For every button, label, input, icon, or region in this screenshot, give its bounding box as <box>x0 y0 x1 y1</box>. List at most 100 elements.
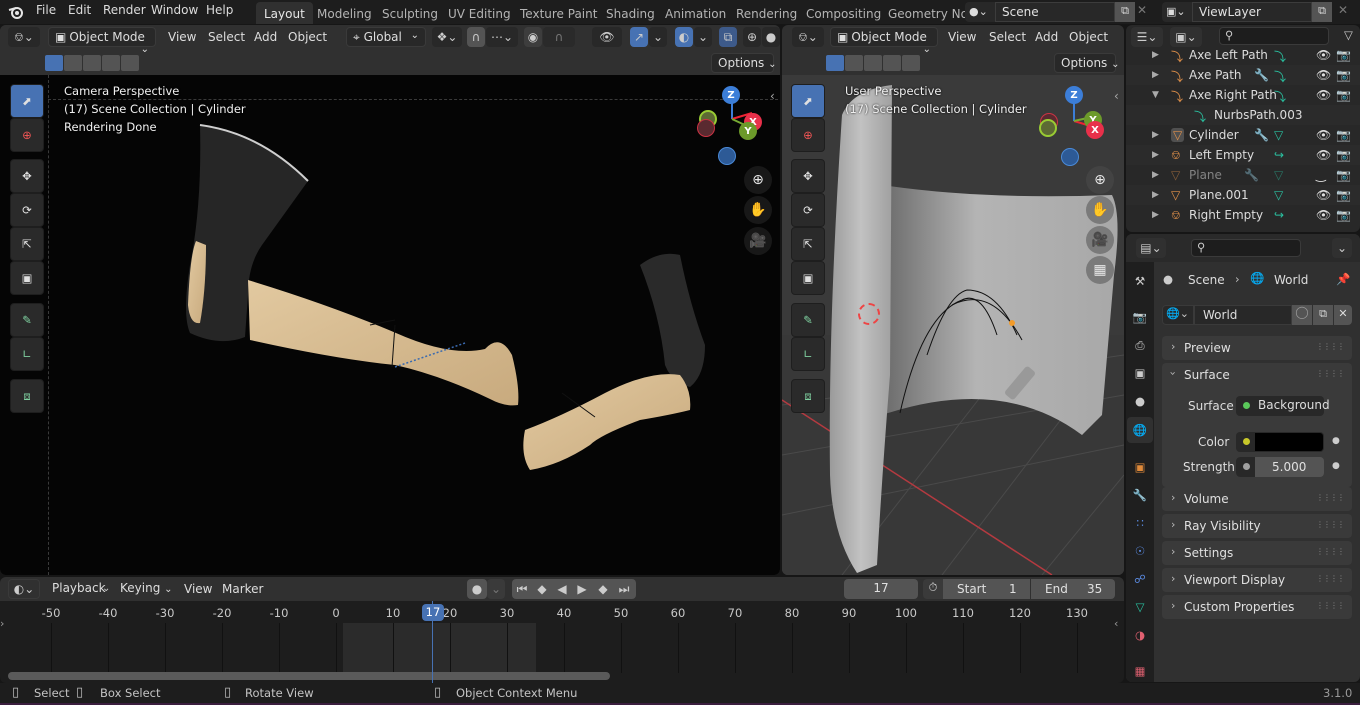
color-swatch[interactable] <box>1255 433 1323 451</box>
menu-help[interactable]: Help <box>206 3 233 17</box>
viewlayer-browse-button[interactable]: ▣⌄ <box>1162 2 1192 22</box>
properties-search-input[interactable]: ⚲ <box>1191 239 1301 257</box>
tool-rotate[interactable]: ⟳ <box>10 193 44 227</box>
jump-start-button[interactable]: ⏮ <box>512 579 532 599</box>
tab-shading[interactable]: Shading <box>598 2 663 24</box>
select-mode-invert[interactable] <box>883 55 901 71</box>
new-scene-icon[interactable]: ⧉ <box>1115 2 1135 22</box>
tab-world[interactable]: 🌐 <box>1127 417 1153 443</box>
overlay-toggle[interactable]: ◐ <box>675 27 693 47</box>
outliner-search-input[interactable]: ⚲ <box>1219 27 1329 45</box>
select-mode-intersect[interactable] <box>902 55 920 71</box>
auto-keying-toggle[interactable]: ● <box>467 579 487 599</box>
world-browse-button[interactable]: 🌐⌄ <box>1162 305 1194 325</box>
panel-custom-properties[interactable]: › Custom Properties ⋮⋮⋮⋮ <box>1162 595 1352 619</box>
outliner-item-name[interactable]: Right Empty <box>1189 208 1263 222</box>
proportional-edit-toggle[interactable]: ◉ <box>524 27 542 47</box>
outliner-item-name[interactable]: Axe Left Path <box>1189 48 1268 62</box>
preview-range-toggle[interactable]: ⏱ <box>923 579 943 599</box>
tab-constraints[interactable]: ☍ <box>1127 566 1153 592</box>
tool-annotate[interactable]: ✎ <box>791 303 825 337</box>
gizmo-neg-y-axis[interactable] <box>1039 119 1057 137</box>
tool-cursor[interactable]: ⊕ <box>10 118 44 152</box>
menu-select[interactable]: Select <box>208 30 245 44</box>
outliner-item[interactable]: ▶ ⤵ Axe Path 🔧 ⤵ 👁 📷 <box>1126 65 1360 85</box>
breadcrumb-world[interactable]: World <box>1274 273 1308 287</box>
3d-cursor[interactable] <box>858 303 880 325</box>
mode-dropdown[interactable]: ▣ Object Mode ⌄ <box>830 27 938 55</box>
expand-right-icon[interactable]: ▶ <box>1152 150 1159 160</box>
tab-output[interactable]: ⎙ <box>1127 332 1153 358</box>
panel-volume[interactable]: › Volume ⋮⋮⋮⋮ <box>1162 487 1352 511</box>
outliner-filter-layer-button[interactable]: ▣⌄ <box>1170 27 1202 47</box>
menu-object[interactable]: Object <box>288 30 327 44</box>
outliner-item[interactable]: ▶ ▽ Plane 🔧 ▽ ‿ 📷 <box>1126 165 1360 185</box>
tool-transform[interactable]: ▣ <box>10 261 44 295</box>
expand-right-icon[interactable]: ▶ <box>1152 210 1159 220</box>
menu-view[interactable]: View <box>168 30 196 44</box>
timeline-editor-type-button[interactable]: ◐⌄ <box>8 579 40 599</box>
pivot-point-button[interactable]: ❖⌄ <box>432 27 462 47</box>
menu-file[interactable]: File <box>36 3 56 17</box>
camera-view-button[interactable]: 🎥 <box>744 227 772 255</box>
wrench-icon[interactable]: 🔧 <box>1244 168 1259 182</box>
data-icon[interactable]: ⤵ <box>1274 48 1286 65</box>
eye-icon[interactable]: 👁 <box>1316 68 1331 82</box>
camera-render-icon[interactable]: 📷 <box>1336 48 1351 62</box>
tab-geometry-nodes[interactable]: Geometry No <box>880 2 976 24</box>
panel-preview[interactable]: › Preview ⋮⋮⋮⋮ <box>1162 336 1352 360</box>
prev-keyframe-button[interactable]: ◆ <box>532 579 552 599</box>
expand-right-icon[interactable]: ▶ <box>1152 70 1159 80</box>
outliner-item-name[interactable]: Axe Right Path <box>1189 88 1277 102</box>
solid-shading-button[interactable]: ● <box>762 27 780 47</box>
data-icon[interactable]: ▽ <box>1274 188 1283 202</box>
keyframe-dot-icon[interactable]: ● <box>1332 436 1340 446</box>
play-reverse-button[interactable]: ◀ <box>552 579 572 599</box>
select-mode-extend[interactable] <box>64 55 82 71</box>
outliner-display-mode-button[interactable]: ☰⌄ <box>1131 27 1163 47</box>
data-icon[interactable]: ▽ <box>1274 128 1283 142</box>
current-frame-field[interactable]: 17 <box>844 579 918 599</box>
jump-end-button[interactable]: ⏭ <box>614 579 634 599</box>
tool-measure[interactable]: ∟ <box>10 337 44 371</box>
eye-icon[interactable]: 👁 <box>1316 48 1331 62</box>
zoom-view-button[interactable]: ⊕ <box>744 166 772 194</box>
gizmo-dropdown[interactable]: ⌄ <box>649 27 667 47</box>
tab-view-layer[interactable]: ▣ <box>1127 360 1153 386</box>
play-button[interactable]: ▶ <box>572 579 592 599</box>
transform-orientation-dropdown[interactable]: ⌖ Global ⌄ <box>346 27 426 47</box>
breadcrumb-scene[interactable]: Scene <box>1188 273 1225 287</box>
pan-view-button[interactable]: ✋ <box>1086 196 1114 224</box>
tab-layout[interactable]: Layout <box>256 2 313 24</box>
menu-window[interactable]: Window <box>151 3 198 17</box>
scene-name-field[interactable]: Scene <box>995 2 1115 22</box>
drag-handle-icon[interactable]: ⋮⋮⋮⋮ <box>1316 601 1345 610</box>
filter-icon[interactable]: ▽ <box>1344 28 1353 42</box>
tool-select-box[interactable]: ⬈ <box>791 84 825 118</box>
fake-user-shield-icon[interactable]: ◯ <box>1292 305 1312 325</box>
tool-measure[interactable]: ∟ <box>791 337 825 371</box>
mode-dropdown[interactable]: ▣ Object Mode ⌄ <box>48 27 156 55</box>
tab-scene[interactable]: ● <box>1127 388 1153 414</box>
outliner-item-name[interactable]: Plane.001 <box>1189 188 1249 202</box>
outliner-item-name[interactable]: Left Empty <box>1189 148 1254 162</box>
tab-compositing[interactable]: Compositing <box>798 2 889 24</box>
menu-view[interactable]: View <box>948 30 976 44</box>
camera-render-icon[interactable]: 📷 <box>1336 168 1351 182</box>
gizmo-z-axis[interactable]: Z <box>722 86 740 104</box>
gizmo-x-axis[interactable]: X <box>1086 121 1104 139</box>
tab-particles[interactable]: ∷ <box>1127 510 1153 536</box>
eye-closed-icon[interactable]: ‿ <box>1316 168 1326 182</box>
menu-render[interactable]: Render <box>103 3 146 17</box>
tool-annotate[interactable]: ✎ <box>10 303 44 337</box>
panel-settings[interactable]: › Settings ⋮⋮⋮⋮ <box>1162 541 1352 565</box>
menu-add[interactable]: Add <box>1035 30 1058 44</box>
strength-field[interactable]: 5.000 <box>1236 457 1324 477</box>
chevron-down-icon[interactable]: › <box>1167 371 1180 375</box>
menu-select[interactable]: Select <box>989 30 1026 44</box>
expand-right-icon[interactable]: ▶ <box>1152 130 1159 140</box>
surface-shader-button[interactable]: Background <box>1236 396 1330 416</box>
wrench-icon[interactable]: 🔧 <box>1254 128 1269 142</box>
outliner-item-name[interactable]: Axe Path <box>1189 68 1242 82</box>
keyframe-dot-icon[interactable]: ● <box>1332 461 1340 471</box>
